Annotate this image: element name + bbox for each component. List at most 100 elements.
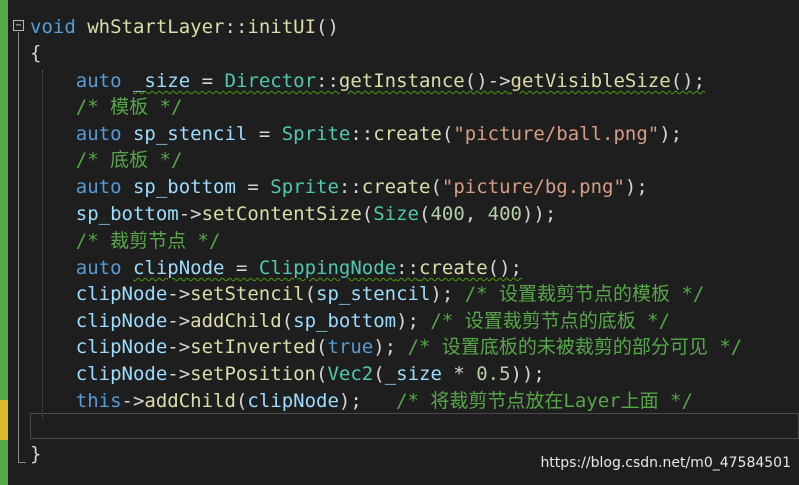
code-token: )); (521, 203, 557, 225)
code-token: , (464, 203, 488, 225)
code-token: (); (487, 257, 522, 279)
code-token: ( (441, 123, 454, 145)
code-token: ()-> (464, 70, 511, 92)
code-token: clipNode (247, 390, 339, 412)
code-token: -> (121, 390, 145, 412)
code-token: } (30, 443, 42, 465)
code-line[interactable]: auto sp_stencil = Sprite::create("pictur… (30, 121, 682, 147)
code-token: ( (235, 390, 248, 412)
code-token: true (327, 336, 374, 358)
code-line[interactable]: } (30, 441, 41, 467)
code-line[interactable]: this->addChild(clipNode); /* 将裁剪节点放在Laye… (30, 388, 693, 414)
code-token: addChild (190, 310, 282, 332)
code-line[interactable]: /* 裁剪节点 */ (30, 228, 221, 254)
code-token: create (361, 176, 431, 198)
code-token: sp_bottom (132, 176, 236, 198)
code-token: ); (624, 176, 648, 198)
code-token: Sprite (270, 176, 339, 198)
code-line[interactable]: auto clipNode = ClippingNode::create(); (30, 255, 522, 281)
code-line[interactable]: auto _size = Director::getInstance()->ge… (30, 68, 705, 94)
code-token: -> (178, 203, 202, 225)
code-token: Vec2 (327, 363, 374, 385)
code-token: :: (316, 70, 339, 92)
fold-guide-line (18, 32, 19, 462)
code-token: whStartLayer (87, 16, 225, 38)
code-token: _size (132, 70, 191, 92)
code-token: clipNode (132, 257, 225, 279)
code-token: ( (316, 336, 328, 358)
code-token: auto (75, 123, 122, 145)
code-token: Director (224, 70, 317, 92)
code-line[interactable]: auto sp_bottom = Sprite::create("picture… (30, 174, 648, 200)
code-token: 0.5 (476, 363, 511, 385)
code-token: ( (373, 363, 385, 385)
code-token: getInstance (338, 70, 465, 92)
code-line[interactable]: sp_bottom->setContentSize(Size(400, 400)… (30, 201, 557, 227)
code-token: = (224, 257, 259, 279)
code-token: ( (418, 203, 431, 225)
code-token: /* 模板 */ (75, 96, 183, 118)
code-token: = (247, 123, 282, 145)
code-line[interactable]: { (30, 40, 41, 66)
code-line[interactable]: clipNode->setStencil(sp_stencil); /* 设置裁… (30, 281, 705, 307)
code-token: ( (361, 203, 374, 225)
code-token: /* 将裁剪节点放在Layer上面 */ (396, 390, 693, 412)
code-token: = (235, 176, 271, 198)
code-token: setContentSize (201, 203, 362, 225)
code-token: clipNode (75, 363, 168, 385)
code-token: ); (396, 310, 431, 332)
code-line[interactable]: /* 模板 */ (30, 94, 183, 120)
code-token: sp_bottom (75, 203, 179, 225)
fold-guide-end (18, 462, 26, 463)
code-token: "picture/bg.png" (441, 176, 625, 198)
code-token: ( (316, 363, 328, 385)
code-token: () (316, 16, 339, 38)
code-line[interactable]: clipNode->addChild(sp_bottom); /* 设置裁剪节点… (30, 308, 670, 334)
code-token: :: (338, 176, 362, 198)
code-token: 400 (430, 203, 465, 225)
code-token: _size (384, 363, 442, 385)
collapse-icon[interactable]: − (13, 20, 24, 31)
unsaved-change-marker (0, 400, 8, 440)
watermark-text: https://blog.csdn.net/m0_47584501 (540, 455, 791, 471)
code-token: = (190, 70, 225, 92)
code-line[interactable]: clipNode->setPosition(Vec2(_size * 0.5))… (30, 361, 545, 387)
code-token: setStencil (190, 283, 305, 305)
code-token: -> (167, 310, 191, 332)
code-token: ); (373, 336, 408, 358)
code-token: ( (430, 176, 442, 198)
code-token: sp_bottom (293, 310, 397, 332)
code-token: :: (224, 16, 248, 38)
code-token: auto (75, 70, 122, 92)
code-line[interactable]: void whStartLayer::initUI() (30, 14, 339, 40)
code-token: auto (75, 176, 122, 198)
code-token: ( (304, 283, 317, 305)
code-token: addChild (144, 390, 236, 412)
code-line[interactable]: clipNode->setInverted(true); /* 设置底板的未被裁… (30, 334, 742, 360)
code-token: ); (659, 123, 683, 145)
code-token: (); (670, 70, 706, 92)
code-token: :: (396, 257, 419, 279)
code-token: { (30, 42, 42, 64)
code-token: )); (510, 363, 545, 385)
code-token: /* 设置裁剪节点的模板 */ (464, 283, 705, 305)
code-token: ); (338, 390, 397, 412)
code-line[interactable]: /* 底板 */ (30, 147, 183, 173)
code-editor[interactable]: − void whStartLayer::initUI(){ auto _siz… (0, 0, 799, 485)
code-token: sp_stencil (316, 283, 431, 305)
